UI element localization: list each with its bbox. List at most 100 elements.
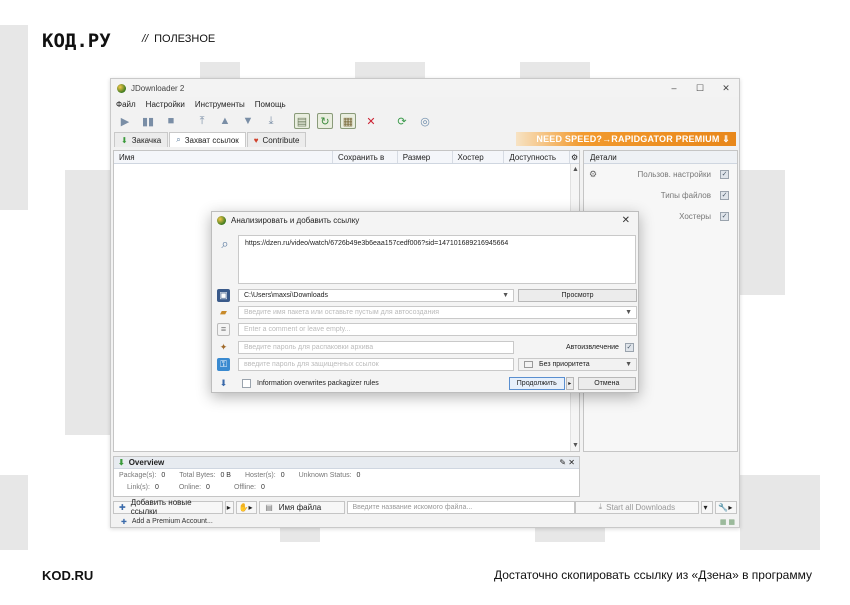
tools-icon[interactable]: 🔧▸	[715, 500, 737, 514]
premium-toggle-icon[interactable]: ▦	[340, 113, 356, 129]
comment-input[interactable]: Enter a comment or leave empty...	[238, 322, 637, 336]
archive-password-icon: ✦	[219, 341, 228, 352]
download-tab-icon: ⬇	[121, 135, 128, 145]
column-name[interactable]: Имя	[114, 151, 334, 163]
overwrite-checkbox[interactable]	[242, 378, 251, 388]
footer-brand[interactable]: KOD.RU	[42, 568, 93, 583]
menu-file[interactable]: Файл	[116, 100, 136, 109]
stat-value: 0	[161, 471, 166, 479]
toolbar: ▶ ▮▮ ■ ⤒ ▲ ▼ ⤓ ▤ ↻ ▦ ✕ ⟳ ◎	[111, 111, 739, 131]
move-up-icon[interactable]: ▲	[217, 113, 233, 129]
save-path-row: ▣ C:\Users\maxsi\Downloads ▼ Просмотр	[217, 288, 637, 302]
details-checkbox[interactable]: ✓	[720, 212, 729, 221]
tab-linkgrabber[interactable]: ⌕ Захват ссылок	[169, 132, 246, 147]
move-down-icon[interactable]: ▼	[240, 113, 256, 129]
archive-password-row: ✦ Введите пароль для распаковки архива А…	[217, 340, 634, 354]
stat-label: Offline:	[233, 483, 257, 491]
stat-label: Total Bytes:	[179, 471, 216, 479]
filename-filter-select[interactable]: ▤ Имя файла	[259, 500, 346, 514]
priority-select[interactable]: Без приоритета ▼	[518, 357, 637, 371]
search-input[interactable]: Введите название искомого файла...	[347, 500, 576, 514]
play-icon[interactable]: ▶	[117, 113, 133, 129]
clear-icon[interactable]: ✋ ▸	[235, 500, 258, 514]
stat-value: 0	[261, 483, 265, 491]
overview-close-icon[interactable]: ✎ ✕	[559, 458, 575, 467]
stat-label: Link(s):	[127, 483, 150, 491]
title-bar: JDownloader 2 – ☐ ✕	[111, 79, 739, 97]
archive-password-input[interactable]: Введите пароль для распаковки архива	[238, 340, 514, 354]
dialog-actions-row: ⬇ Information overwrites packagizer rule…	[217, 376, 636, 390]
package-name-input[interactable]: Введите имя пакета или оставьте пустым д…	[238, 305, 637, 319]
save-path-select[interactable]: C:\Users\maxsi\Downloads ▼	[238, 288, 514, 302]
scroll-down-icon[interactable]: ▼	[572, 442, 579, 449]
stat-label: Hoster(s):	[244, 471, 276, 479]
breadcrumb-section[interactable]: ПОЛЕЗНОЕ	[154, 33, 215, 45]
add-links-button[interactable]: ✚ Добавить новые ссылки	[113, 498, 223, 516]
overwrite-label: Information overwrites packagizer rules	[257, 379, 379, 387]
chevron-down-icon: ▼	[625, 308, 632, 316]
jdownloader-app-icon	[217, 215, 226, 225]
stop-icon[interactable]: ■	[163, 113, 179, 129]
menu-settings[interactable]: Настройки	[146, 100, 185, 109]
tab-contribute[interactable]: ♥ Contribute	[246, 132, 307, 147]
maximize-button[interactable]: ☐	[687, 83, 713, 94]
auto-reconnect-icon[interactable]: ↻	[317, 113, 333, 129]
details-checkbox[interactable]: ✓	[720, 170, 729, 179]
column-save-to[interactable]: Сохранить в	[333, 151, 398, 163]
add-premium-account-link[interactable]: Add a Premium Account...	[132, 518, 213, 525]
scroll-up-icon[interactable]: ▲	[572, 166, 579, 173]
continue-dropdown-icon[interactable]: ▸	[565, 376, 574, 390]
update-icon[interactable]: ◎	[417, 113, 433, 129]
gear-icon[interactable]: ⚙	[570, 151, 579, 163]
move-top-icon[interactable]: ⤒	[194, 113, 210, 129]
page: КОД.РУ // ПОЛЕЗНОЕ JDownloader 2 – ☐ ✕ Фа…	[0, 0, 850, 605]
browse-button[interactable]: Просмотр	[518, 288, 637, 302]
bg-block	[740, 170, 785, 295]
links-textarea[interactable]: https://dzen.ru/video/watch/6726b49e3b6e…	[238, 235, 636, 284]
link-password-row: ⚿ введите пароль для защищенных ссылок Б…	[217, 357, 637, 371]
dialog-close-icon[interactable]: ✕	[622, 215, 630, 226]
add-links-dialog: Анализировать и добавить ссылку ✕ ⌕ http…	[211, 211, 639, 393]
premium-banner[interactable]: NEED SPEED?→RAPIDGATOR PREMIUM ⇓	[516, 132, 736, 146]
link-password-input[interactable]: введите пароль для защищенных ссылок	[238, 357, 514, 371]
start-all-downloads-button[interactable]: ⤓ Start all Downloads	[575, 500, 699, 514]
details-row-label: Пользов. настройки	[637, 170, 711, 179]
bg-block	[535, 528, 605, 542]
details-checkbox[interactable]: ✓	[720, 191, 729, 200]
cancel-button[interactable]: Отмена	[577, 376, 636, 390]
pause-icon[interactable]: ▮▮	[140, 113, 156, 129]
bg-block	[355, 62, 425, 78]
column-hoster[interactable]: Хостер	[453, 151, 505, 163]
move-bottom-icon[interactable]: ⤓	[263, 113, 279, 129]
continue-button[interactable]: Продолжить	[508, 376, 565, 390]
overview-icon: ⬇	[118, 458, 125, 467]
footer-caption: Достаточно скопировать ссылку из «Дзена»…	[493, 568, 812, 582]
save-disk-icon: ▣	[217, 288, 230, 302]
reconnect-icon[interactable]: ⟳	[394, 113, 410, 129]
add-links-dropdown-icon[interactable]: ▸	[224, 500, 234, 514]
dialog-title-bar: Анализировать и добавить ссылку ✕	[212, 212, 638, 228]
start-icon: ⤓	[598, 502, 603, 511]
link-password-icon: ⚿	[217, 357, 230, 371]
autoextract-label: Автоизвлечение	[566, 343, 619, 351]
tab-downloads[interactable]: ⬇ Закачка	[114, 132, 169, 147]
menu-help[interactable]: Помощь	[255, 100, 286, 109]
close-window-button[interactable]: ✕	[713, 83, 739, 94]
menu-tools[interactable]: Инструменты	[195, 100, 245, 109]
details-row[interactable]: Типы файлов ✓	[584, 185, 737, 206]
details-row[interactable]: ⚙ Пользов. настройки ✓	[584, 164, 737, 185]
column-availability[interactable]: Доступность	[504, 151, 571, 163]
minimize-button[interactable]: –	[661, 83, 687, 94]
site-logo[interactable]: КОД.РУ	[42, 30, 111, 52]
autoextract-checkbox[interactable]: ✓	[624, 342, 634, 352]
stat-label: Package(s):	[119, 471, 157, 479]
clipboard-observer-icon[interactable]: ▤	[294, 113, 310, 129]
silent-mode-icon[interactable]: ✕	[363, 113, 379, 129]
settings-dropdown-icon[interactable]: ▾	[700, 500, 714, 514]
add-premium-icon: ✚	[121, 518, 127, 526]
column-size[interactable]: Размер	[398, 151, 453, 163]
filename-label: Имя файла	[278, 502, 322, 512]
stat-value: 0 B	[220, 471, 231, 479]
settings-gear-icon[interactable]: ⚙	[589, 169, 597, 180]
stat-value: 0	[154, 483, 159, 491]
